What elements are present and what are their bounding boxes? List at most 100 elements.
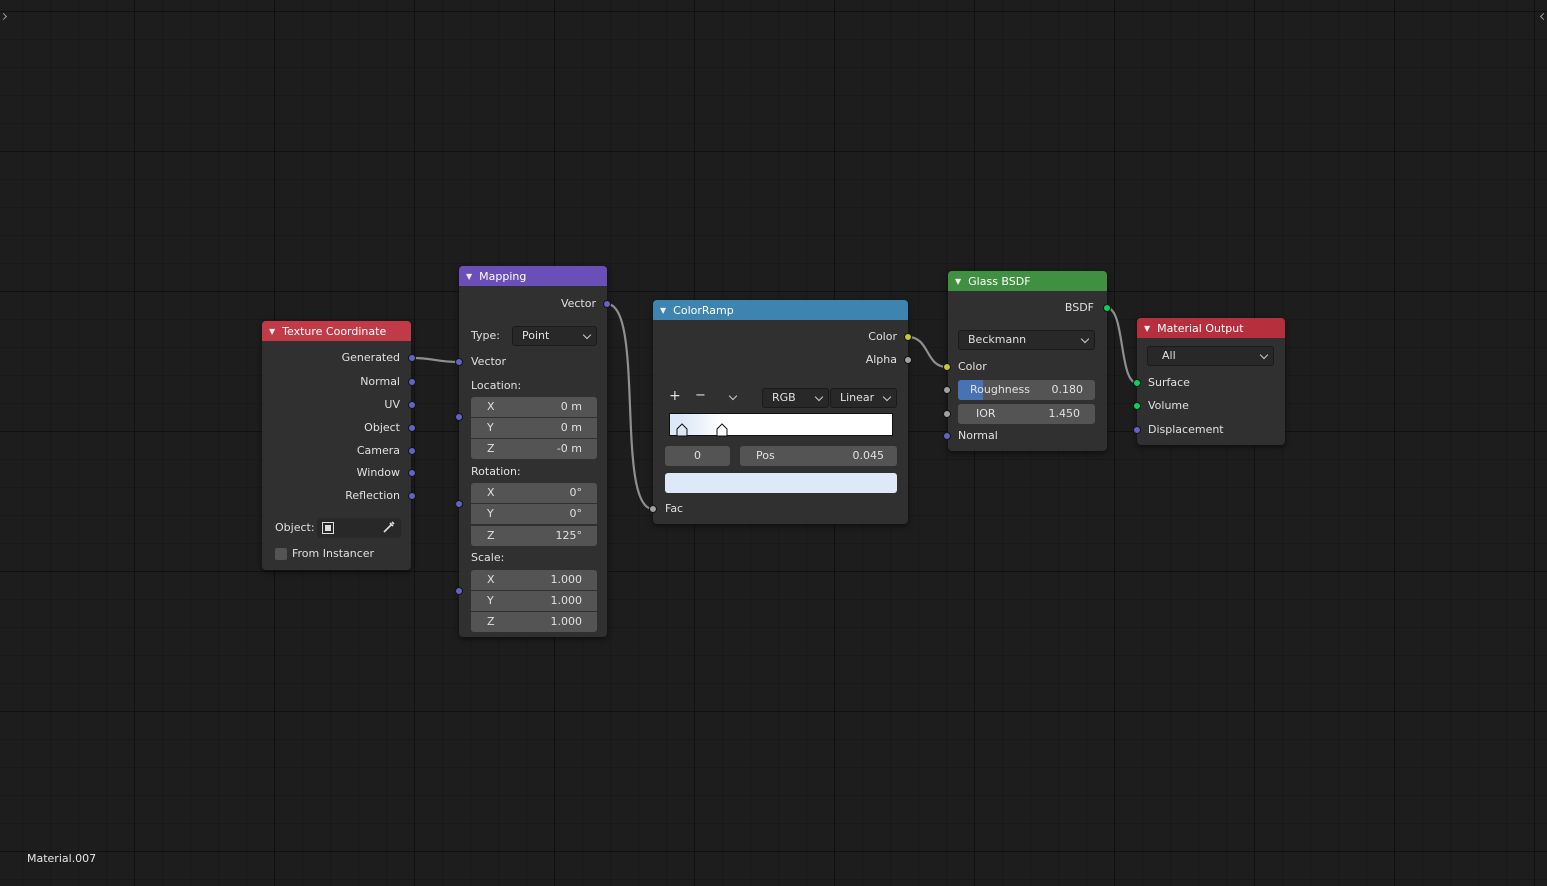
scale-x-field[interactable]: X 1.000: [471, 570, 597, 590]
location-y-field[interactable]: Y0 m: [471, 418, 597, 438]
texture-coordinate-header[interactable]: ▼ Texture Coordinate: [262, 321, 411, 341]
vector-output-label: Vector: [560, 297, 596, 310]
collapse-triangle-icon[interactable]: ▼: [660, 306, 666, 315]
collapse-triangle-icon[interactable]: ▼: [466, 272, 472, 281]
node-title: Glass BSDF: [968, 274, 1031, 288]
roughness-slider[interactable]: Roughness 0.180: [958, 380, 1095, 400]
mapping-node[interactable]: ▼ Mapping Vector Type: Point Vector Loca…: [459, 266, 607, 637]
color-ramp-gradient[interactable]: [669, 413, 893, 437]
ramp-menu-chevron-icon[interactable]: [728, 391, 738, 401]
displacement-input-label: Displacement: [1148, 423, 1224, 436]
bsdf-output-socket[interactable]: [1103, 304, 1111, 312]
target-dropdown[interactable]: All: [1147, 346, 1274, 366]
output-generated-label: Generated: [341, 351, 400, 364]
glass-bsdf-node[interactable]: ▼ Glass BSDF BSDF Beckmann Color Roughne…: [948, 271, 1107, 451]
rotation-y-field[interactable]: Y 0°: [471, 504, 597, 524]
rotation-z-field[interactable]: Z 125°: [471, 526, 597, 546]
normal-input-label: Normal: [958, 429, 998, 442]
displacement-input-socket[interactable]: [1133, 426, 1141, 434]
collapse-triangle-icon[interactable]: ▼: [955, 277, 961, 286]
from-instancer-checkbox[interactable]: [275, 548, 287, 560]
object-cube-icon: [322, 522, 334, 534]
right-panel-toggle-icon[interactable]: [1539, 12, 1547, 21]
object-label: Object:: [275, 521, 315, 534]
ior-field[interactable]: IOR 1.450: [958, 404, 1095, 424]
distribution-dropdown[interactable]: Beckmann: [958, 330, 1095, 350]
stop-position-field[interactable]: Pos 0.045: [740, 446, 897, 466]
glass-color-input-socket[interactable]: [943, 363, 951, 371]
from-instancer-label: From Instancer: [292, 547, 375, 560]
ior-input-socket[interactable]: [943, 410, 951, 418]
volume-input-socket[interactable]: [1133, 402, 1141, 410]
color-stop-0-marker[interactable]: [676, 415, 688, 440]
type-dropdown[interactable]: Point: [512, 326, 597, 346]
color-stop-1-marker[interactable]: [716, 423, 728, 440]
left-panel-toggle-icon[interactable]: [0, 12, 8, 21]
bsdf-output-label: BSDF: [1064, 301, 1094, 314]
rotation-label: Rotation:: [471, 465, 521, 478]
volume-input-label: Volume: [1148, 399, 1189, 412]
rotation-x-field[interactable]: X 0°: [471, 483, 597, 503]
location-label: Location:: [471, 379, 522, 392]
material-output-node[interactable]: ▼ Material Output All Surface Volume Dis…: [1137, 318, 1285, 445]
color-output-label: Color: [868, 330, 897, 343]
object-output-socket[interactable]: [408, 424, 416, 432]
link-generated-to-vector: [410, 356, 461, 364]
output-camera-label: Camera: [356, 444, 400, 457]
rotation-input-socket[interactable]: [455, 500, 463, 508]
remove-stop-button[interactable]: −: [695, 389, 706, 403]
output-uv-label: UV: [384, 398, 400, 411]
mapping-vector-input-socket[interactable]: [455, 358, 463, 366]
stop-index-field[interactable]: 0: [665, 446, 730, 466]
mapping-vector-output-socket[interactable]: [603, 300, 611, 308]
ramp-fac-input-socket[interactable]: [649, 505, 657, 513]
colorramp-node[interactable]: ▼ ColorRamp Color Alpha + − RGB Linear 0…: [653, 300, 908, 524]
reflection-output-socket[interactable]: [408, 492, 416, 500]
node-title: Material Output: [1157, 321, 1244, 335]
color-mode-dropdown[interactable]: RGB: [762, 388, 829, 408]
type-value: Point: [522, 329, 550, 342]
surface-input-socket[interactable]: [1133, 379, 1141, 387]
material-output-header[interactable]: ▼ Material Output: [1137, 318, 1285, 338]
stop-color-swatch[interactable]: [665, 473, 897, 493]
mapping-header[interactable]: ▼ Mapping: [459, 266, 607, 286]
material-name-label: Material.007: [27, 852, 97, 865]
glass-normal-input-socket[interactable]: [943, 432, 951, 440]
chevron-down-icon: [582, 330, 592, 340]
scale-z-field[interactable]: Z 1.000: [471, 612, 597, 632]
ramp-alpha-output-socket[interactable]: [904, 356, 912, 364]
surface-input-label: Surface: [1148, 376, 1190, 389]
scale-y-field[interactable]: Y 1.000: [471, 591, 597, 611]
collapse-triangle-icon[interactable]: ▼: [269, 327, 275, 336]
normal-output-socket[interactable]: [408, 378, 416, 386]
color-input-label: Color: [958, 360, 987, 373]
window-output-socket[interactable]: [408, 469, 416, 477]
uv-output-socket[interactable]: [408, 401, 416, 409]
node-title: Mapping: [479, 269, 527, 283]
output-object-label: Object: [364, 421, 400, 434]
roughness-input-socket[interactable]: [943, 386, 951, 394]
texture-coordinate-node[interactable]: ▼ Texture Coordinate Generated Normal UV…: [262, 321, 411, 570]
fac-input-label: Fac: [665, 502, 684, 515]
camera-output-socket[interactable]: [408, 447, 416, 455]
colorramp-header[interactable]: ▼ ColorRamp: [653, 300, 908, 320]
scale-input-socket[interactable]: [455, 587, 463, 595]
generated-output-socket[interactable]: [408, 354, 416, 362]
interpolation-dropdown[interactable]: Linear: [830, 388, 897, 408]
eyedropper-icon[interactable]: [382, 520, 396, 534]
add-stop-button[interactable]: +: [669, 389, 681, 403]
output-window-label: Window: [356, 466, 400, 479]
collapse-triangle-icon[interactable]: ▼: [1144, 324, 1150, 333]
object-picker-field[interactable]: [317, 518, 401, 538]
color-mode-value: RGB: [772, 391, 796, 404]
ramp-color-output-socket[interactable]: [904, 333, 912, 341]
output-reflection-label: Reflection: [345, 489, 400, 502]
interpolation-value: Linear: [840, 391, 875, 404]
node-title: ColorRamp: [673, 303, 734, 317]
location-z-field[interactable]: Z -0 m: [471, 439, 597, 459]
glass-bsdf-header[interactable]: ▼ Glass BSDF: [948, 271, 1107, 291]
distribution-value: Beckmann: [968, 333, 1027, 346]
location-x-field[interactable]: X0 m: [471, 397, 597, 417]
location-input-socket[interactable]: [455, 413, 463, 421]
alpha-output-label: Alpha: [865, 353, 897, 366]
